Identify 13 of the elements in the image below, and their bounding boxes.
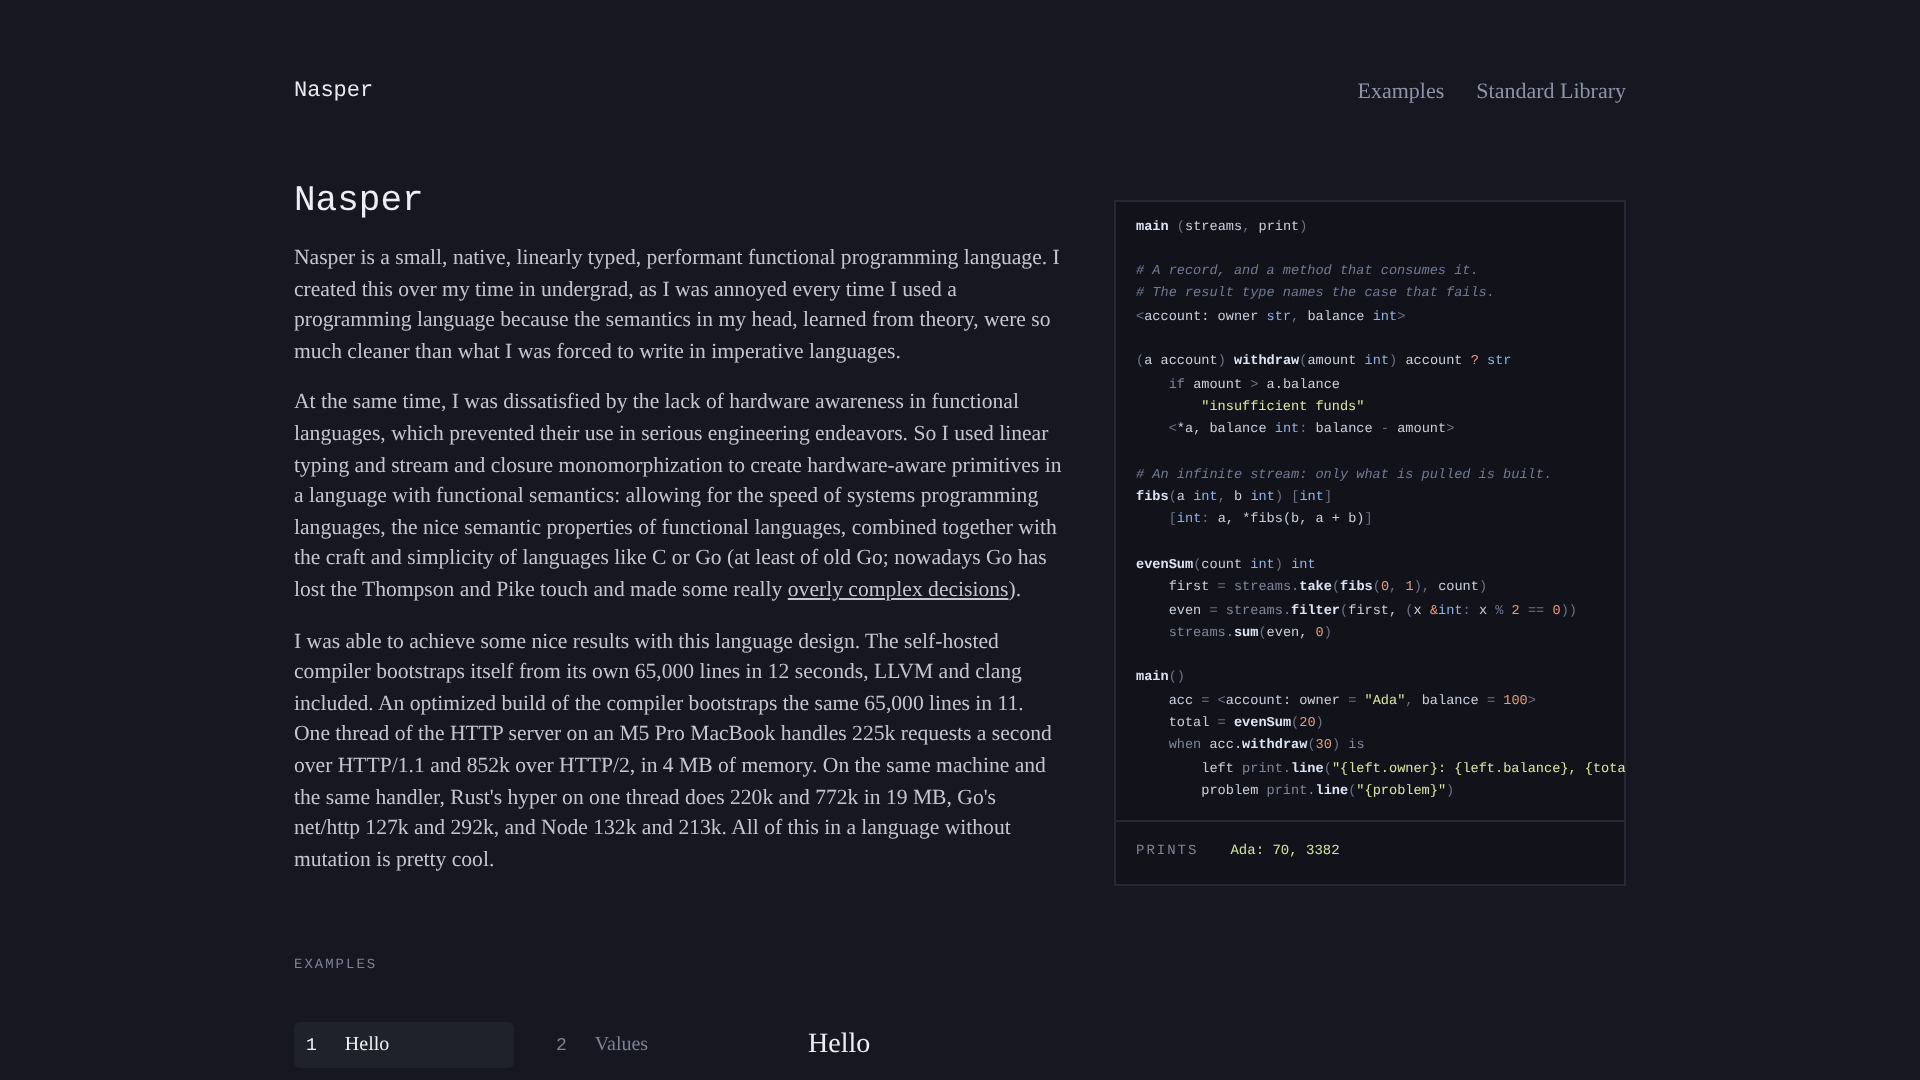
paragraph: Nasper is a small, native, linearly typed, performant functional programming language. I created this over my time in undergrad, as I was annoyed every time I used a programming language because the semantics in my head, learned from theory, were so much cleaner than what I was forced to write in imperative languages.: [294, 244, 1062, 368]
brand-name[interactable]: Nasper: [294, 76, 374, 109]
paragraph: I was able to achieve some nice results with this language design. The self-hosted compiler bootstraps itself from its own 65,000 lines in 12 seconds, LLVM and clang included. An optimized build of the compiler bootstraps the same 65,000 lines in 11. One thread of the HTTP server on an M5 Pro MacBook handles 225k requests a second over HTTP/1.1 and 852k over HTTP/2, in 4 MB of memory. On the same machine and the same handler, Rust's hyper on one thread does 220k and 772k in 19 MB, Go's net/http 127k and 292k, and Node 132k and 213k. All of this in a language without mutation is pretty cool.: [294, 627, 1054, 876]
example-tab[interactable]: 1 Hello: [294, 1021, 514, 1069]
example-tab[interactable]: 2 Values: [544, 1021, 764, 1069]
nav-link[interactable]: Examples: [1357, 76, 1445, 109]
example-title: Hello: [808, 1028, 871, 1065]
tab-number: 1: [306, 1033, 317, 1060]
text-link[interactable]: overly complex decisions: [787, 578, 1009, 603]
tab-number: 2: [556, 1033, 567, 1060]
nav-link[interactable]: Standard Library: [1476, 76, 1626, 109]
paragraph: At the same time, I was dissatisfied by the lack of hardware awareness in functional languages, which prevented their use in serious engineering endeavors. So I used linear typing and stream and closure monomorphization to create hardware-aware primitives in a language with functional semantics: allowing for the speed of systems programming languages, the nice semantic properties of functional languages, combined together with the craft and simplicity of languages like C or Go (at least of old Go; nowadays Go has lost the Thompson and Pike touch and made some really overly complex decisions).: [294, 388, 1062, 607]
page-title: Nasper: [294, 181, 426, 225]
